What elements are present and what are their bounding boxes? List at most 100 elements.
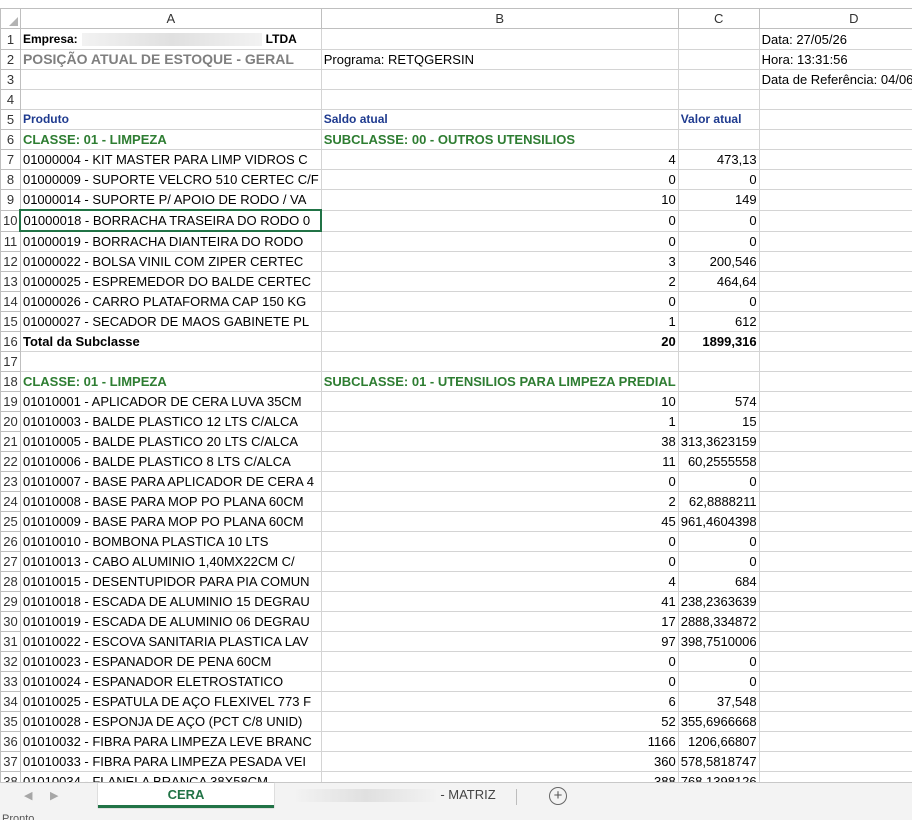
tab-matriz[interactable]: - MATRIZ [280,783,512,808]
saldo-cell[interactable]: 4 [320,149,679,170]
row-header[interactable]: 17 [0,351,21,372]
cell[interactable] [677,49,760,70]
table-row[interactable]: 11 01000019 - BORRACHA DIANTEIRA DO RODO 0… [0,230,912,252]
row-header[interactable]: 16 [0,331,21,352]
row-header[interactable]: 30 [0,611,21,632]
valor-cell[interactable]: 612 [677,311,760,332]
cell[interactable] [758,251,912,272]
cell[interactable] [19,351,322,372]
row-header[interactable]: 34 [0,691,21,712]
row-header[interactable]: 25 [0,511,21,532]
saldo-cell[interactable]: 1166 [320,731,679,752]
cell[interactable] [758,751,912,772]
row-header[interactable]: 21 [0,431,21,452]
product-name-cell[interactable]: 01010018 - ESCADA DE ALUMINIO 15 DEGRAU [19,591,322,612]
row-header[interactable]: 29 [0,591,21,612]
row-header[interactable]: 13 [0,271,21,292]
valor-cell[interactable]: 768,1398126 [677,771,760,782]
product-name-cell[interactable]: 01010033 - FIBRA PARA LIMPEZA PESADA VEI [19,751,322,772]
saldo-cell[interactable]: 38 [320,431,679,452]
cell[interactable] [758,89,912,110]
subtotal-label[interactable]: Total da Subclasse [19,331,322,352]
row-header[interactable]: 32 [0,651,21,672]
table-row[interactable]: 10 01000018 - BORRACHA TRASEIRA DO RODO 0… [0,209,912,232]
cell[interactable] [758,209,912,232]
table-row[interactable]: 28 01010015 - DESENTUPIDOR PARA PIA COMUN… [0,571,912,592]
valor-cell[interactable]: 0 [677,471,760,492]
cell[interactable] [758,611,912,632]
cell[interactable] [758,731,912,752]
row-header[interactable]: 8 [0,169,21,190]
table-row[interactable]: 30 01010019 - ESCADA DE ALUMINIO 06 DEGRA… [0,611,912,632]
cell[interactable] [758,711,912,732]
table-row[interactable]: 17 [0,351,912,372]
table-row[interactable]: 14 01000026 - CARRO PLATAFORMA CAP 150 KG… [0,291,912,312]
column-header-c[interactable]: C [677,8,760,29]
subtotal-valor[interactable]: 1899,316 [677,331,760,352]
product-name-cell[interactable]: 01010006 - BALDE PLASTICO 8 LTS C/ALCA [19,451,322,472]
subclasse-label[interactable]: SUBCLASSE: 00 - OUTROS UTENSILIOS [320,129,679,150]
row-header[interactable]: 31 [0,631,21,652]
row-header[interactable]: 12 [0,251,21,272]
tab-cera[interactable]: CERA [98,783,274,808]
product-name-cell[interactable]: 01010019 - ESCADA DE ALUMINIO 06 DEGRAU [19,611,322,632]
saldo-cell[interactable]: 0 [320,671,679,692]
cell[interactable] [758,149,912,170]
product-name-cell[interactable]: 01010034 - FLANELA BRANCA 38X58CM [19,771,322,782]
table-row[interactable]: 31 01010022 - ESCOVA SANITARIA PLASTICA L… [0,631,912,652]
cell[interactable] [758,651,912,672]
reference-date[interactable]: Data de Referência: 04/06/2026 [758,69,912,90]
row-header[interactable]: 4 [0,89,21,110]
valor-cell[interactable]: 0 [677,651,760,672]
column-header-d[interactable]: D [758,8,912,29]
row-header[interactable]: 2 [0,49,21,70]
saldo-column-title[interactable]: Saldo atual [320,109,679,130]
product-name-cell[interactable]: 01010007 - BASE PARA APLICADOR DE CERA 4 [19,471,322,492]
report-date[interactable]: Data: 27/05/26 [758,28,912,50]
valor-cell[interactable]: 313,3623159 [677,431,760,452]
table-row[interactable]: 7 01000004 - KIT MASTER PARA LIMP VIDROS … [0,149,912,170]
row-header[interactable]: 14 [0,291,21,312]
row-header[interactable]: 9 [0,189,21,211]
valor-cell[interactable]: 0 [677,531,760,552]
empresa-cell[interactable]: Empresa: LTDA [19,28,322,50]
row-header[interactable]: 5 [0,109,21,130]
cell[interactable] [677,351,760,372]
saldo-cell[interactable]: 97 [320,631,679,652]
saldo-cell[interactable]: 17 [320,611,679,632]
cell[interactable] [320,351,679,372]
add-sheet-button[interactable]: + [549,787,567,805]
cell[interactable] [19,89,322,110]
valor-cell[interactable]: 578,5818747 [677,751,760,772]
product-name-cell[interactable]: 01000025 - ESPREMEDOR DO BALDE CERTEC [19,271,322,292]
row-header[interactable]: 6 [0,129,21,150]
product-name-cell[interactable]: 01010008 - BASE PARA MOP PO PLANA 60CM [19,491,322,512]
saldo-cell[interactable]: 10 [320,391,679,412]
worksheet-table[interactable]: A B C D 1 Empresa: LTDA Data: 27/05/26 2 … [0,8,912,782]
table-row[interactable]: 29 01010018 - ESCADA DE ALUMINIO 15 DEGRA… [0,591,912,612]
product-name-cell[interactable]: 01010013 - CABO ALUMINIO 1,40MX22CM C/ [19,551,322,572]
cell[interactable] [758,331,912,352]
cell[interactable] [758,169,912,190]
product-name-cell[interactable]: 01010023 - ESPANADOR DE PENA 60CM [19,651,322,672]
cell[interactable] [758,311,912,332]
row-header[interactable]: 7 [0,149,21,170]
cell[interactable] [758,491,912,512]
spreadsheet-grid[interactable]: A B C D 1 Empresa: LTDA Data: 27/05/26 2 … [0,8,912,782]
row-header[interactable]: 15 [0,311,21,332]
cell[interactable] [19,69,322,90]
row-header[interactable]: 36 [0,731,21,752]
row-header[interactable]: 10 [0,209,21,232]
saldo-cell[interactable]: 41 [320,591,679,612]
saldo-cell[interactable]: 388 [320,771,679,782]
cell[interactable] [758,511,912,532]
row-header[interactable]: 23 [0,471,21,492]
saldo-cell[interactable]: 1 [320,311,679,332]
subclasse-label[interactable]: SUBCLASSE: 01 - UTENSILIOS PARA LIMPEZA … [320,371,679,392]
cell[interactable] [758,431,912,452]
product-name-cell[interactable]: 01010003 - BALDE PLASTICO 12 LTS C/ALCA [19,411,322,432]
cell[interactable] [758,189,912,211]
valor-cell[interactable]: 0 [677,169,760,190]
product-name-cell[interactable]: 01000027 - SECADOR DE MAOS GABINETE PL [19,311,322,332]
table-row[interactable]: 21 01010005 - BALDE PLASTICO 20 LTS C/ALC… [0,431,912,452]
